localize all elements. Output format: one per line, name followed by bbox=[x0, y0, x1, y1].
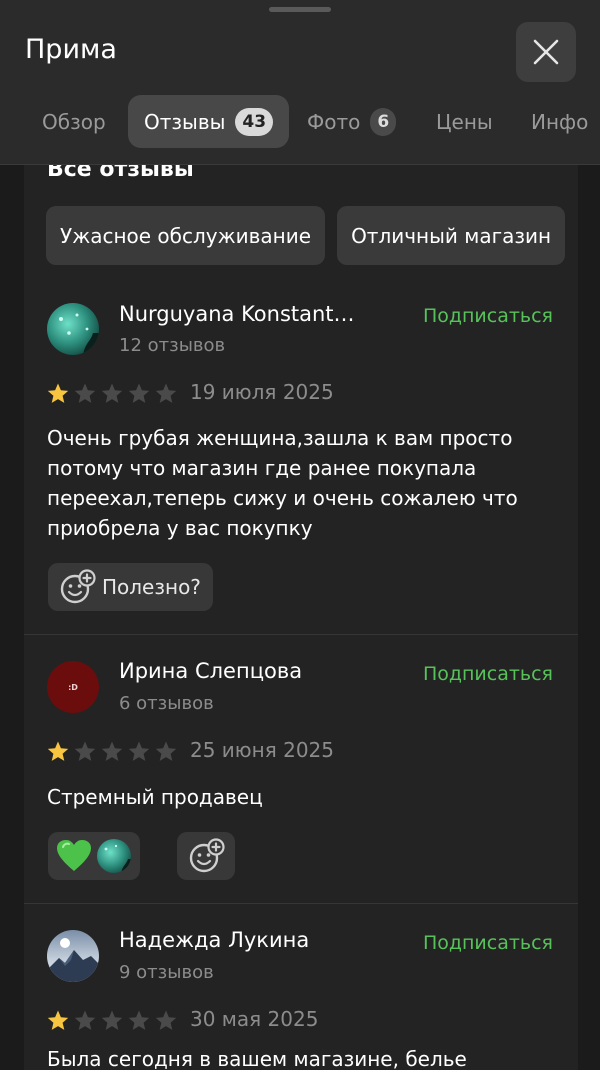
star-empty-icon bbox=[100, 740, 124, 768]
avatar[interactable] bbox=[47, 930, 99, 982]
section-title: Все отзывы bbox=[47, 165, 194, 182]
star-filled-icon bbox=[46, 382, 70, 410]
review-author[interactable]: Ирина Слепцова bbox=[119, 659, 302, 683]
add-reaction-icon bbox=[60, 569, 96, 604]
star-empty-icon bbox=[73, 740, 97, 768]
add-reaction-icon bbox=[189, 838, 225, 873]
review-date: 25 июня 2025 bbox=[190, 738, 335, 762]
useful-button[interactable]: Полезно? bbox=[48, 563, 213, 611]
star-filled-icon bbox=[46, 1009, 70, 1037]
star-empty-icon bbox=[100, 382, 124, 410]
header: Прима Обзор Отзывы 43 Фото 6 Цены Инфо bbox=[0, 0, 600, 165]
star-empty-icon bbox=[154, 740, 178, 768]
reactor-avatar bbox=[97, 839, 131, 873]
subscribe-button[interactable]: Подписаться bbox=[423, 305, 553, 327]
avatar-image bbox=[47, 303, 99, 355]
sheet-side-left bbox=[0, 160, 24, 1070]
reviews-panel: Все отзывы Ужасное обслуживание Отличный… bbox=[24, 165, 578, 1070]
rating-stars bbox=[46, 740, 178, 768]
review-chips: Ужасное обслуживание Отличный магазин bbox=[46, 206, 566, 266]
tab-label: Отзывы bbox=[144, 109, 226, 134]
drag-handle[interactable] bbox=[269, 7, 331, 12]
review-count: 9 отзывов bbox=[119, 962, 214, 983]
chip-filter[interactable]: Ужасное обслуживание bbox=[46, 206, 326, 265]
tab-info[interactable]: Инфо bbox=[531, 95, 588, 148]
tab-bar: Обзор Отзывы 43 Фото 6 Цены Инфо bbox=[0, 95, 600, 148]
review-text: Стремный продавец bbox=[47, 785, 263, 809]
green-heart-icon bbox=[57, 840, 91, 871]
review-text: Очень грубая женщина,зашла к вам просто … bbox=[47, 426, 518, 540]
subscribe-button[interactable]: Подписаться bbox=[423, 932, 553, 954]
page-title: Прима bbox=[25, 34, 117, 65]
rating-stars bbox=[46, 1009, 178, 1037]
star-empty-icon bbox=[127, 382, 151, 410]
sheet-side-right bbox=[578, 160, 600, 1070]
useful-label: Полезно? bbox=[102, 575, 201, 599]
tab-label: Фото bbox=[307, 109, 361, 134]
tab-badge: 43 bbox=[235, 107, 274, 136]
star-filled-icon bbox=[46, 740, 70, 768]
star-empty-icon bbox=[154, 382, 178, 410]
avatar[interactable]: :D bbox=[47, 661, 99, 713]
subscribe-button[interactable]: Подписаться bbox=[423, 663, 553, 685]
review-author[interactable]: Надежда Лукина bbox=[119, 928, 309, 952]
tab-label: Обзор bbox=[42, 109, 106, 134]
divider bbox=[24, 903, 578, 904]
tab-label: Цены bbox=[436, 109, 493, 134]
star-empty-icon bbox=[73, 1009, 97, 1037]
tab-overview[interactable]: Обзор bbox=[42, 95, 106, 148]
star-empty-icon bbox=[73, 382, 97, 410]
avatar-image bbox=[47, 930, 99, 982]
tab-reviews[interactable]: Отзывы 43 bbox=[128, 95, 290, 148]
star-empty-icon bbox=[154, 1009, 178, 1037]
avatar-text: :D bbox=[68, 682, 78, 692]
review-author[interactable]: Nurguyana Konstant… bbox=[119, 302, 355, 326]
star-empty-icon bbox=[127, 740, 151, 768]
divider bbox=[24, 634, 578, 635]
rating-stars bbox=[46, 382, 178, 410]
reaction-pill[interactable] bbox=[48, 832, 140, 880]
review-count: 12 отзывов bbox=[119, 335, 226, 356]
chip-filter[interactable]: Отличный магазин bbox=[337, 206, 566, 265]
tab-photos[interactable]: Фото 6 bbox=[307, 95, 397, 148]
review-date: 19 июля 2025 bbox=[190, 380, 334, 404]
close-icon bbox=[533, 39, 559, 65]
review-count: 6 отзывов bbox=[119, 693, 214, 714]
review-date: 30 мая 2025 bbox=[190, 1007, 319, 1031]
close-button[interactable] bbox=[516, 22, 576, 82]
review-text: Была сегодня в вашем магазине, белье bbox=[47, 1047, 467, 1070]
tab-prices[interactable]: Цены bbox=[436, 95, 493, 148]
tab-label: Инфо bbox=[531, 109, 589, 134]
star-empty-icon bbox=[100, 1009, 124, 1037]
star-empty-icon bbox=[127, 1009, 151, 1037]
avatar[interactable] bbox=[47, 303, 99, 355]
add-reaction-button[interactable] bbox=[177, 832, 235, 880]
tab-badge: 6 bbox=[370, 107, 397, 136]
